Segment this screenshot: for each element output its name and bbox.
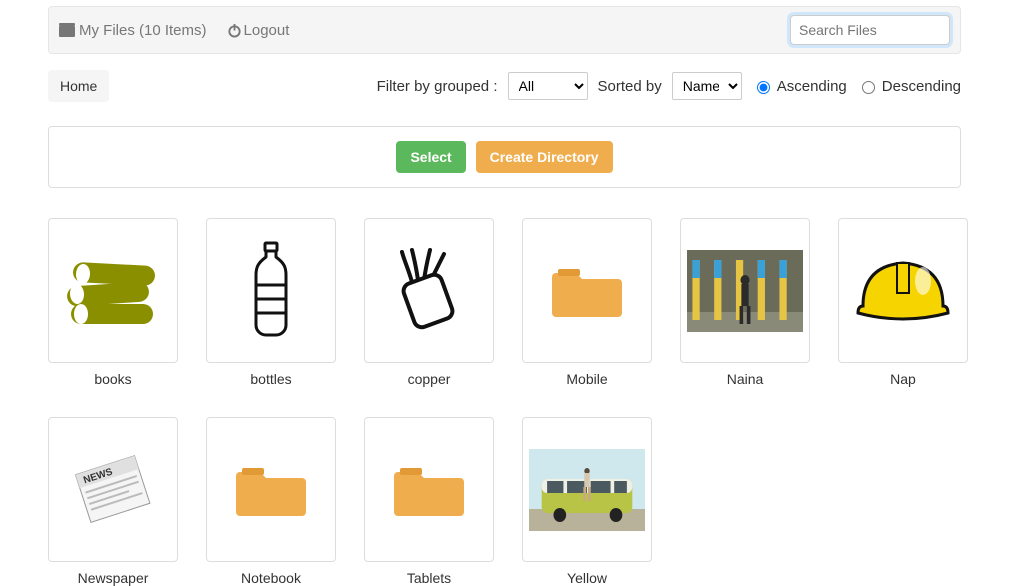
sorted-by-select[interactable]: Name: [672, 72, 742, 100]
file-thumbnail: NEWS: [55, 424, 171, 555]
folder-stack-icon: [59, 23, 75, 37]
file-label: books: [48, 371, 178, 387]
file-label: Naina: [680, 371, 810, 387]
brand-label: My Files (10 Items): [79, 22, 207, 39]
file-thumbnail: [845, 225, 961, 356]
file-thumbnail: [55, 225, 171, 356]
file-thumbnail: [529, 225, 645, 356]
file-thumbnail: [213, 225, 329, 356]
newspaper-icon: NEWS: [68, 450, 158, 530]
folder-icon: [552, 263, 622, 318]
bottle-icon: [246, 241, 296, 341]
file-tile: books: [48, 218, 178, 387]
file-card[interactable]: [838, 218, 968, 363]
logout-link[interactable]: Logout: [227, 22, 290, 39]
copper-wire-icon: [384, 246, 474, 336]
logout-label: Logout: [244, 22, 290, 39]
file-card[interactable]: [48, 218, 178, 363]
file-thumbnail: [687, 225, 803, 356]
file-card[interactable]: [522, 218, 652, 363]
file-card[interactable]: [364, 218, 494, 363]
file-tile: NEWS Newspaper: [48, 417, 178, 586]
books-icon: [63, 246, 163, 336]
file-tile: copper: [364, 218, 494, 387]
sorted-by-label: Sorted by: [598, 78, 662, 95]
folder-icon: [394, 462, 464, 517]
file-tile: Yellow: [522, 417, 652, 586]
filter-grouped-label: Filter by grouped :: [377, 78, 498, 95]
file-card[interactable]: [680, 218, 810, 363]
file-thumbnail: [371, 225, 487, 356]
file-thumbnail: [529, 424, 645, 555]
file-thumbnail: [213, 424, 329, 555]
file-tile: Mobile: [522, 218, 652, 387]
file-tile: Tablets: [364, 417, 494, 586]
file-card[interactable]: [206, 417, 336, 562]
file-thumbnail: [371, 424, 487, 555]
file-card[interactable]: NEWS: [48, 417, 178, 562]
descending-radio[interactable]: [862, 81, 875, 94]
photo-icon: [687, 250, 803, 332]
file-tile: bottles: [206, 218, 336, 387]
file-label: Mobile: [522, 371, 652, 387]
my-files-brand[interactable]: My Files (10 Items): [59, 22, 207, 39]
file-tile: Naina: [680, 218, 810, 387]
file-card[interactable]: [206, 218, 336, 363]
file-label: Nap: [838, 371, 968, 387]
file-label: Notebook: [206, 570, 336, 586]
power-icon: [227, 23, 242, 38]
ascending-radio[interactable]: [757, 81, 770, 94]
create-directory-button[interactable]: Create Directory: [476, 141, 613, 173]
descending-label: Descending: [882, 78, 961, 95]
file-tile: Nap: [838, 218, 968, 387]
filter-grouped-select[interactable]: All: [508, 72, 588, 100]
ascending-label: Ascending: [777, 78, 847, 95]
folder-icon: [236, 462, 306, 517]
breadcrumb-home[interactable]: Home: [48, 70, 109, 102]
file-card[interactable]: [364, 417, 494, 562]
photo-icon: [529, 449, 645, 531]
file-card[interactable]: [522, 417, 652, 562]
file-label: copper: [364, 371, 494, 387]
file-label: bottles: [206, 371, 336, 387]
file-label: Tablets: [364, 570, 494, 586]
select-button[interactable]: Select: [396, 141, 465, 173]
hardhat-icon: [853, 251, 953, 331]
search-input[interactable]: [790, 15, 950, 45]
file-label: Newspaper: [48, 570, 178, 586]
file-tile: Notebook: [206, 417, 336, 586]
file-label: Yellow: [522, 570, 652, 586]
